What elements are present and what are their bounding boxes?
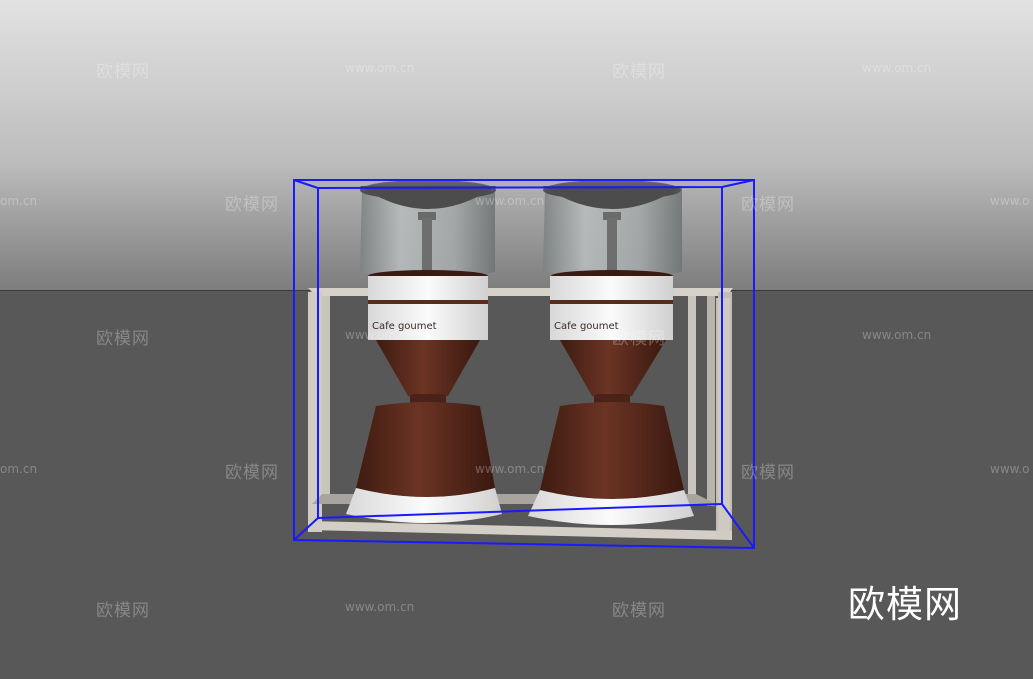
background-sky (0, 0, 1033, 292)
grinder-label-right: Cafe goumet (554, 321, 619, 332)
brand-logo: 欧模网 (848, 583, 962, 626)
3d-viewport[interactable]: Cafe goumet Cafe goumet 欧模网 www.om.cn 欧模… (0, 0, 1033, 679)
grinder-label-left: Cafe goumet (372, 321, 437, 332)
